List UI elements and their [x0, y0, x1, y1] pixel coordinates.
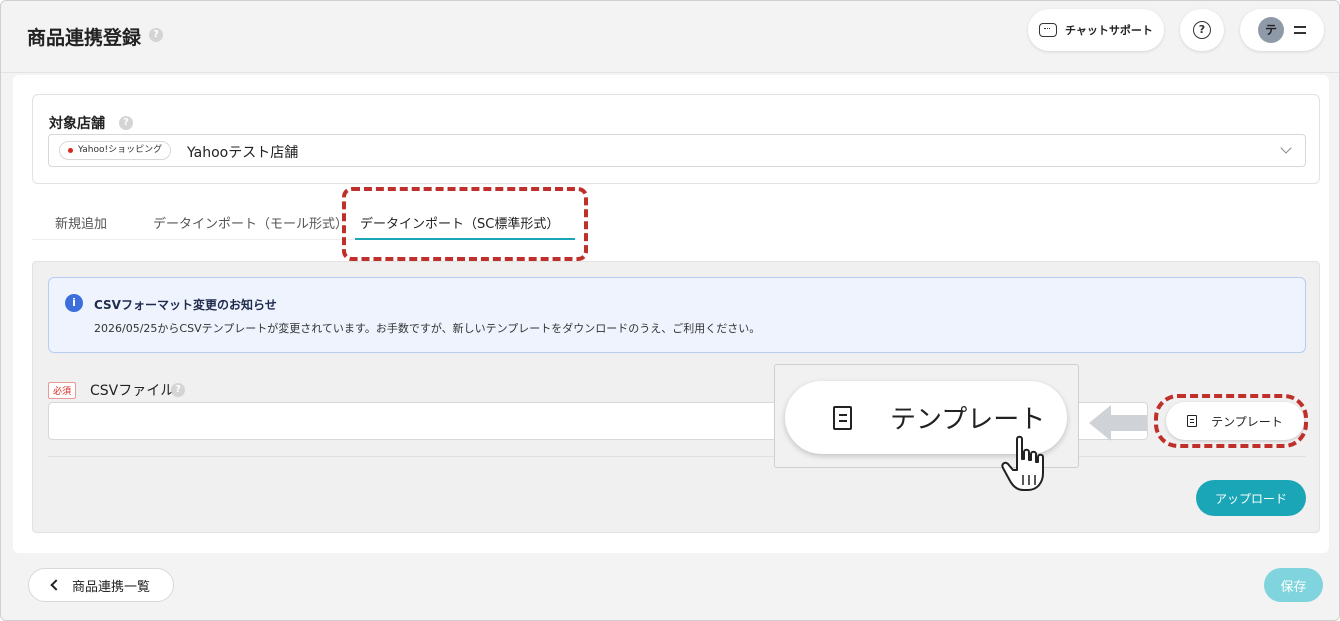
app-window: 商品連携登録 ? チャットサポート ? テ 対象店舗 ? Yahoo!ショッピン…: [0, 0, 1340, 621]
main-panel: 対象店舗 ? Yahoo!ショッピング Yahooテスト店舗 新規追加 データイ…: [13, 75, 1329, 553]
back-to-list-button[interactable]: 商品連携一覧: [28, 568, 174, 602]
chat-support-label: チャットサポート: [1065, 24, 1153, 37]
chat-support-button[interactable]: チャットサポート: [1028, 9, 1164, 51]
chevron-down-icon: [1280, 142, 1292, 154]
notice-body: 2026/05/25からCSVテンプレートが変更されています。お手数ですが、新し…: [94, 322, 761, 335]
tab-import-mall[interactable]: データインポート（モール形式）: [153, 213, 348, 232]
yahoo-dot-icon: [68, 148, 73, 153]
template-annotation-highlight: [1154, 394, 1308, 448]
chat-icon: [1039, 23, 1058, 37]
user-menu-button[interactable]: テ: [1240, 9, 1324, 51]
store-select[interactable]: Yahoo!ショッピング Yahooテスト店舗: [48, 134, 1306, 167]
store-name: Yahooテスト店舗: [187, 145, 299, 161]
page-title: 商品連携登録: [27, 27, 142, 49]
help-icon[interactable]: ?: [149, 28, 163, 42]
store-label: 対象店舗: [49, 116, 105, 132]
import-panel: i CSVフォーマット変更のお知らせ 2026/05/25からCSVテンプレート…: [32, 261, 1320, 533]
help-button[interactable]: ?: [1180, 9, 1224, 51]
pointer-hand-icon: [1001, 435, 1044, 491]
footer: 商品連携一覧 保存: [1, 553, 1339, 620]
zoomed-template-label: テンプレート: [890, 405, 1046, 435]
divider: [48, 456, 1306, 457]
help-icon[interactable]: ?: [119, 116, 133, 130]
avatar: テ: [1258, 17, 1284, 43]
csv-file-label: CSVファイル: [90, 383, 175, 399]
upload-button[interactable]: アップロード: [1196, 480, 1306, 516]
question-icon: ?: [1193, 21, 1211, 39]
arrow-left-icon: [1089, 405, 1147, 441]
store-card: 対象店舗 ? Yahoo!ショッピング Yahooテスト店舗: [32, 94, 1320, 184]
menu-icon: [1294, 26, 1306, 34]
save-button[interactable]: 保存: [1264, 568, 1323, 602]
header: 商品連携登録 ? チャットサポート ? テ: [1, 1, 1339, 73]
tab-bar: 新規追加 データインポート（モール形式） データインポート（SC標準形式）: [32, 187, 1320, 261]
mall-badge: Yahoo!ショッピング: [59, 141, 172, 160]
help-icon[interactable]: ?: [171, 383, 185, 397]
back-label: 商品連携一覧: [71, 579, 150, 595]
required-badge: 必須: [48, 382, 77, 399]
document-icon: [833, 405, 852, 430]
notice-title: CSVフォーマット変更のお知らせ: [94, 298, 277, 312]
tab-annotation-highlight: [342, 187, 588, 261]
notice-box: i CSVフォーマット変更のお知らせ 2026/05/25からCSVテンプレート…: [48, 277, 1306, 353]
info-icon: i: [65, 294, 83, 312]
tab-new[interactable]: 新規追加: [55, 213, 107, 232]
chevron-left-icon: [50, 579, 62, 591]
mall-badge-label: Yahoo!ショッピング: [78, 145, 163, 155]
